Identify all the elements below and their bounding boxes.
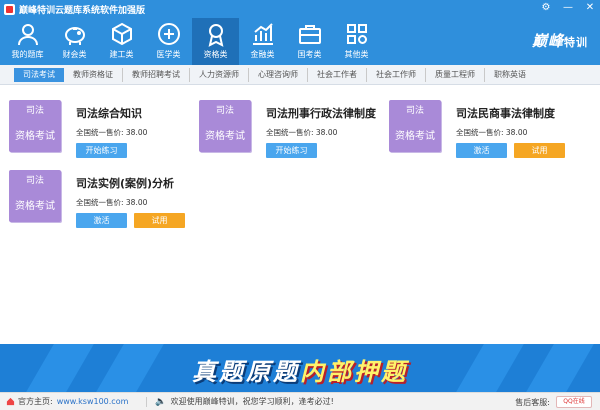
welcome-message: 欢迎使用巅峰特训，祝您学习顺利，逢考必过! bbox=[170, 397, 334, 406]
nav-label: 我的题库 bbox=[11, 50, 44, 59]
badge-top: 司法 bbox=[405, 106, 424, 116]
tab-title-english[interactable]: 职称英语 bbox=[485, 68, 535, 82]
nav-label: 财会类 bbox=[62, 50, 87, 59]
course-badge[interactable]: 司法 资格考试 bbox=[9, 100, 61, 152]
nav-item-qualification[interactable]: 资格类 bbox=[192, 18, 239, 65]
course-card: 司法 资格考试 司法实例(案例)分析 全国统一售价: 38.00 激活 试用 bbox=[9, 170, 194, 240]
course-card: 司法 资格考试 司法民商事法律制度 全国统一售价: 38.00 激活 试用 bbox=[389, 100, 589, 170]
tab-social-worker[interactable]: 社会工作者 bbox=[308, 67, 367, 82]
nav-item-banking[interactable]: 金融类 bbox=[239, 18, 286, 65]
window-title: 巅峰特训云题库系统软件加强版 bbox=[19, 5, 146, 16]
nav-item-medical[interactable]: 医学类 bbox=[145, 18, 192, 65]
badge-top: 司法 bbox=[25, 176, 44, 186]
nav-label: 资格类 bbox=[203, 50, 228, 59]
home-label: 官方主页: bbox=[18, 397, 53, 406]
brand-suffix: 特训 bbox=[564, 36, 588, 49]
nav-item-finance[interactable]: 财会类 bbox=[51, 18, 98, 65]
badge-bottom: 资格考试 bbox=[395, 131, 435, 142]
status-bar: 官方主页: www.ksw100.com 🔈 欢迎使用巅峰特训，祝您学习顺利，逢… bbox=[0, 392, 600, 410]
tab-psych[interactable]: 心理咨询师 bbox=[249, 67, 308, 82]
support-label: 售后客服: bbox=[515, 398, 550, 407]
trial-button[interactable]: 试用 bbox=[514, 143, 565, 158]
tab-quality-engineer[interactable]: 质量工程师 bbox=[426, 67, 485, 82]
window-controls: ⚙ — ✕ bbox=[540, 2, 596, 13]
nav-label: 医学类 bbox=[156, 50, 181, 59]
course-badge[interactable]: 司法 资格考试 bbox=[199, 100, 251, 152]
banner-slogan: 真题原题内部押题 bbox=[0, 352, 600, 387]
piggy-bank-icon bbox=[64, 27, 85, 45]
nav-item-other[interactable]: 其他类 bbox=[333, 18, 380, 65]
briefcase-icon bbox=[298, 25, 321, 44]
slogan-part-2: 内部押题 bbox=[300, 358, 408, 386]
slogan-part-1: 真题原题 bbox=[192, 358, 300, 386]
course-title: 司法实例(案例)分析 bbox=[76, 177, 175, 190]
nav-item-civil-service[interactable]: 国考类 bbox=[286, 18, 333, 65]
tab-teacher-cert[interactable]: 教师资格证 bbox=[64, 67, 123, 82]
nav-label: 其他类 bbox=[344, 50, 369, 59]
badge-top: 司法 bbox=[215, 106, 234, 116]
tab-judicial-exam[interactable]: 司法考试 bbox=[14, 67, 64, 82]
brand-name: 巅峰 bbox=[531, 32, 564, 50]
course-price: 全国统一售价: 38.00 bbox=[266, 128, 338, 137]
qq-online-button[interactable]: QQ在线 bbox=[556, 396, 592, 408]
badge-bottom: 资格考试 bbox=[15, 131, 55, 142]
badge-bottom: 资格考试 bbox=[15, 201, 55, 212]
cube-icon bbox=[111, 22, 132, 46]
home-icon bbox=[6, 397, 15, 406]
badge-top: 司法 bbox=[25, 106, 44, 116]
apps-icon bbox=[346, 24, 367, 44]
user-icon bbox=[17, 24, 38, 46]
bar-chart-icon bbox=[252, 23, 273, 45]
homepage-link[interactable]: www.ksw100.com bbox=[57, 397, 129, 406]
trial-button[interactable]: 试用 bbox=[134, 213, 185, 228]
activate-button[interactable]: 激活 bbox=[456, 143, 507, 158]
course-card: 司法 资格考试 司法刑事行政法律制度 全国统一售价: 38.00 开始练习 bbox=[199, 100, 384, 170]
divider bbox=[146, 396, 148, 407]
course-price: 全国统一售价: 38.00 bbox=[76, 198, 148, 207]
nav-item-construction[interactable]: 建工类 bbox=[98, 18, 145, 65]
subcategory-tabs: 司法考试 教师资格证 教师招聘考试 人力资源师 心理咨询师 社会工作者 社会工作… bbox=[0, 65, 600, 85]
minimize-icon[interactable]: — bbox=[562, 2, 574, 13]
course-title: 司法民商事法律制度 bbox=[456, 107, 555, 120]
course-badge[interactable]: 司法 资格考试 bbox=[389, 100, 441, 152]
nav-label: 金融类 bbox=[250, 50, 275, 59]
app-logo-icon bbox=[4, 3, 15, 15]
course-price: 全国统一售价: 38.00 bbox=[76, 128, 148, 137]
nav-item-my-bank[interactable]: 我的题库 bbox=[4, 18, 51, 65]
tab-hr[interactable]: 人力资源师 bbox=[190, 67, 249, 82]
settings-icon[interactable]: ⚙ bbox=[540, 2, 552, 13]
course-title: 司法刑事行政法律制度 bbox=[266, 107, 376, 120]
nav-label: 国考类 bbox=[297, 50, 322, 59]
course-price: 全国统一售价: 38.00 bbox=[456, 128, 528, 137]
nav-label: 建工类 bbox=[109, 50, 134, 59]
tab-social-work-master[interactable]: 社会工作师 bbox=[367, 67, 426, 82]
badge-bottom: 资格考试 bbox=[205, 131, 245, 142]
speaker-icon: 🔈 bbox=[155, 396, 167, 407]
medical-cross-icon bbox=[157, 23, 180, 45]
course-card: 司法 资格考试 司法综合知识 全国统一售价: 38.00 开始练习 bbox=[9, 100, 194, 170]
header: 我的题库 财会类 建工类 医学类 资格类 金融类 国考类 其他类 巅峰特训 bbox=[0, 18, 600, 65]
start-practice-button[interactable]: 开始练习 bbox=[76, 143, 127, 158]
close-icon[interactable]: ✕ bbox=[584, 2, 596, 13]
certificate-icon bbox=[208, 24, 223, 47]
course-title: 司法综合知识 bbox=[76, 107, 142, 120]
activate-button[interactable]: 激活 bbox=[76, 213, 127, 228]
tab-teacher-recruit[interactable]: 教师招聘考试 bbox=[123, 67, 190, 82]
start-practice-button[interactable]: 开始练习 bbox=[266, 143, 317, 158]
course-badge[interactable]: 司法 资格考试 bbox=[9, 170, 61, 222]
title-bar: 巅峰特训云题库系统软件加强版 ⚙ — ✕ bbox=[0, 0, 600, 18]
category-nav: 我的题库 财会类 建工类 医学类 资格类 金融类 国考类 其他类 bbox=[4, 18, 380, 65]
promo-banner[interactable]: 真题原题内部押题 bbox=[0, 344, 600, 392]
brand-logo: 巅峰特训 bbox=[532, 30, 588, 51]
